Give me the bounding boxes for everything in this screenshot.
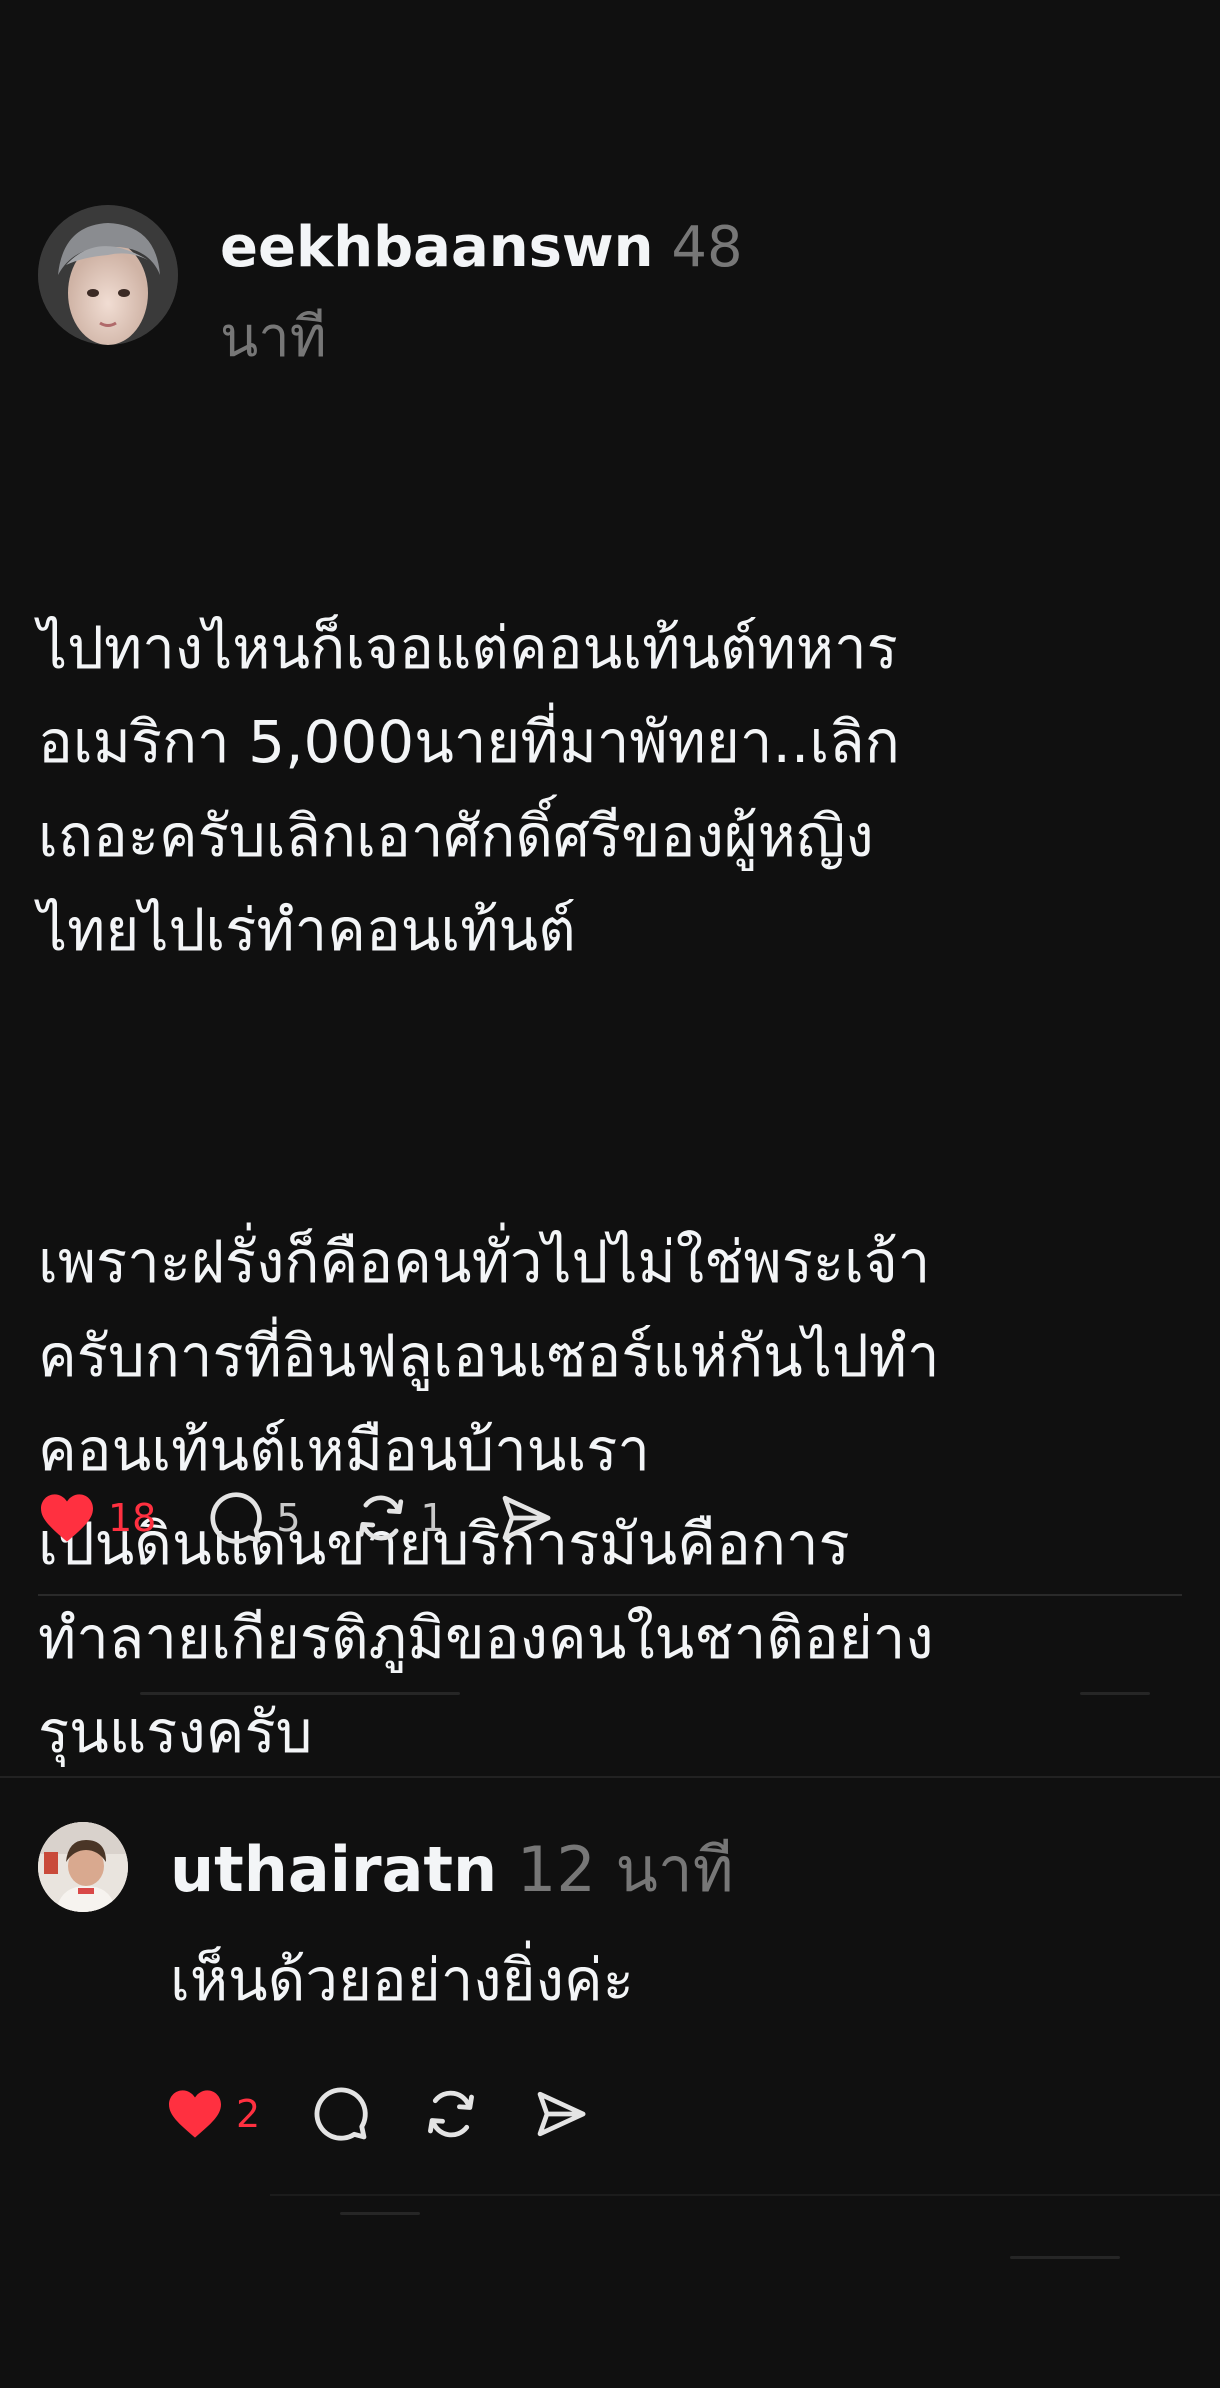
heart-icon (166, 2088, 224, 2140)
share-icon (532, 2086, 590, 2142)
reply-header: uthairatn 12 นาที (170, 1830, 734, 1910)
divider (0, 1776, 1220, 1778)
divider (38, 1594, 1182, 1596)
like-count: 2 (236, 2092, 261, 2136)
repost-count: 1 (420, 1496, 445, 1540)
like-button[interactable]: 2 (166, 2088, 260, 2140)
share-button[interactable] (497, 1490, 555, 1546)
repost-icon (422, 2085, 480, 2143)
like-count: 18 (108, 1496, 157, 1540)
share-icon (497, 1490, 555, 1546)
post-actions: 18 5 1 (38, 1478, 607, 1558)
post-author: eekhbaanswn 48 นาที (220, 203, 780, 383)
post-username[interactable]: eekhbaanswn (220, 215, 654, 280)
reply-actions: 2 (166, 2074, 642, 2154)
comment-button[interactable] (312, 2085, 370, 2143)
comment-button[interactable]: 5 (208, 1490, 301, 1546)
divider (270, 2194, 1220, 2196)
post-body: ไปทางไหนก็เจอแต่คอนเท้นต์ทหาร อเมริกา 5,… (38, 413, 1158, 1967)
post-header: eekhbaanswn 48 นาที (38, 205, 1182, 370)
reply-text: เห็นด้วยอย่างยิ่งค่ะ (170, 1946, 634, 2014)
reply-avatar[interactable] (38, 1822, 128, 1912)
repost-icon (353, 1490, 409, 1546)
divider (1010, 2256, 1120, 2259)
post-paragraph: ไปทางไหนก็เจอแต่คอนเท้นต์ทหาร อเมริกา 5,… (38, 614, 900, 964)
comment-count: 5 (276, 1496, 301, 1540)
avatar[interactable] (38, 205, 178, 345)
divider (1080, 1692, 1150, 1695)
like-button[interactable]: 18 (38, 1492, 156, 1544)
comment-icon (208, 1490, 264, 1546)
heart-icon (38, 1492, 96, 1544)
divider (140, 1692, 460, 1695)
repost-button[interactable]: 1 (353, 1490, 445, 1546)
reply-username[interactable]: uthairatn (170, 1833, 497, 1906)
divider (340, 2212, 420, 2215)
comment-icon (312, 2085, 370, 2143)
reply-time: 12 นาที (516, 1833, 734, 1906)
repost-button[interactable] (422, 2085, 480, 2143)
post: eekhbaanswn 48 นาที ไปทางไหนก็เจอแต่คอนเ… (38, 205, 1182, 1967)
share-button[interactable] (532, 2086, 590, 2142)
